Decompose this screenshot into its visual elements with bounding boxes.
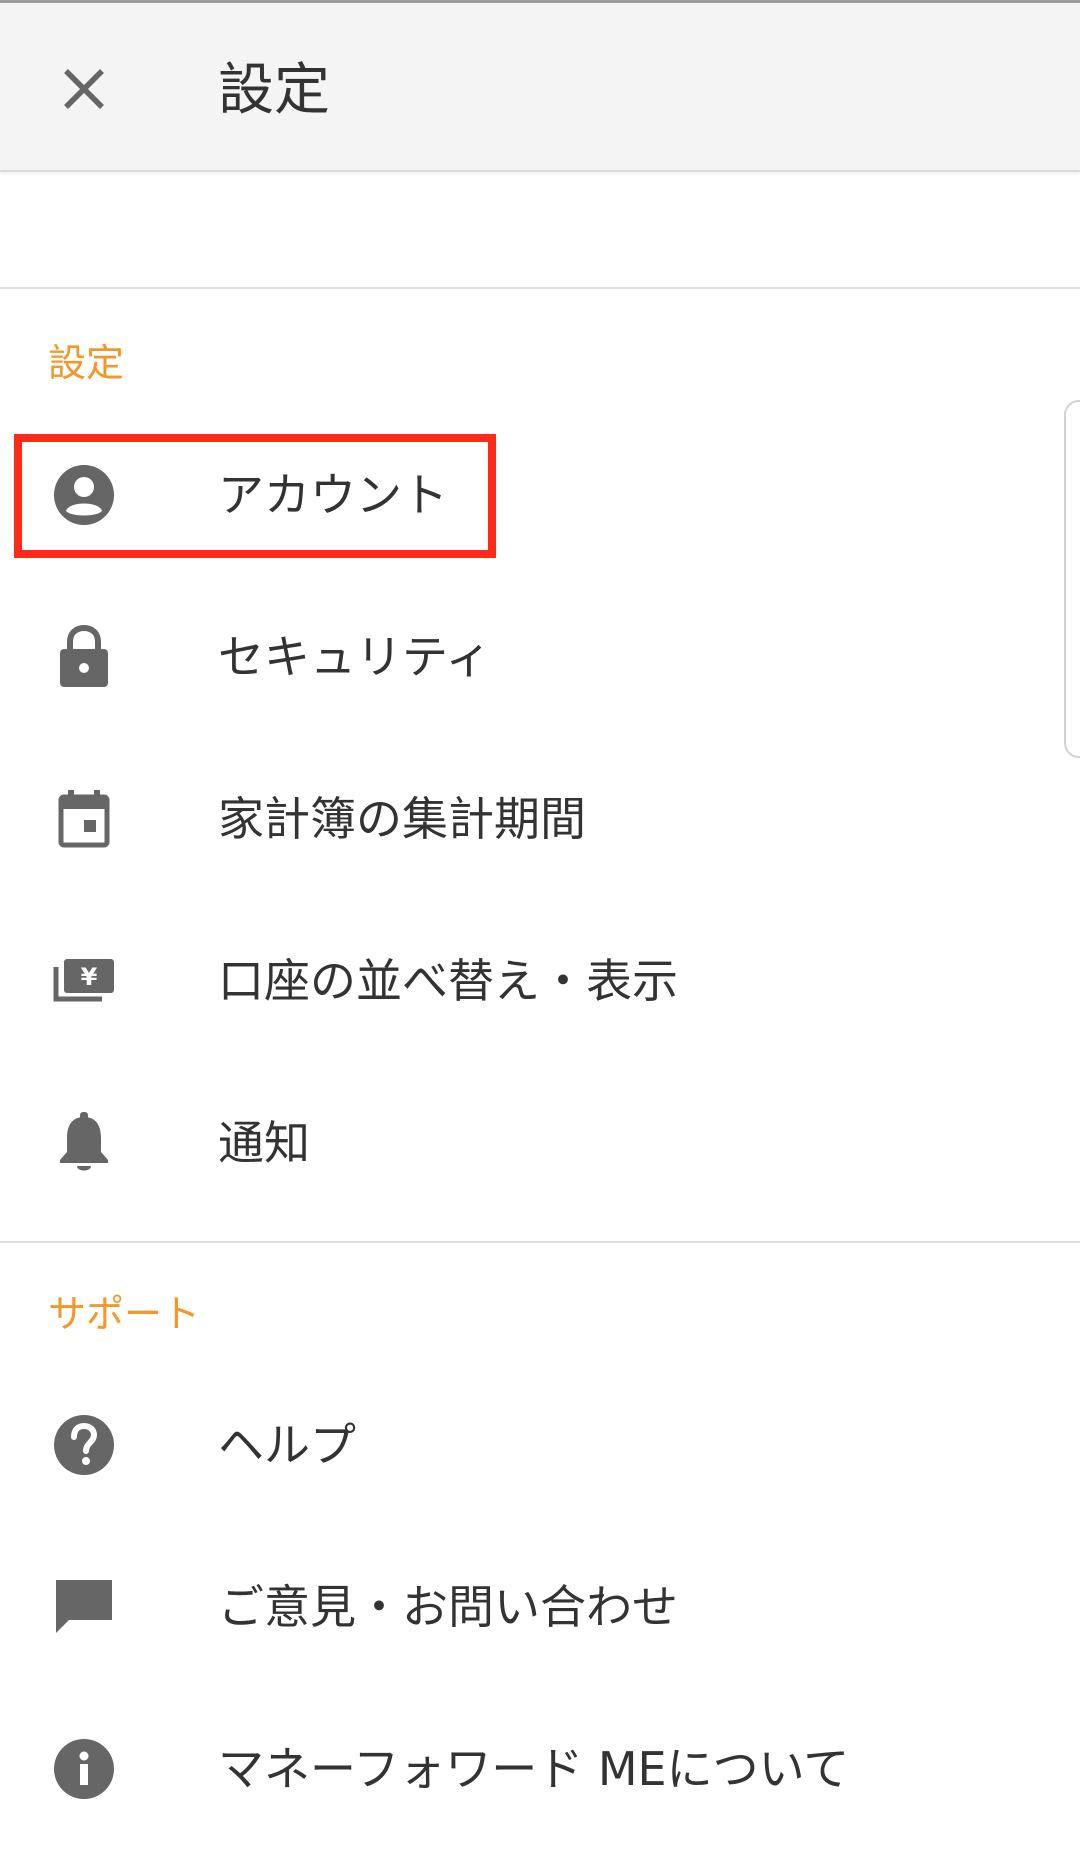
menu-item-label: マネーフォワード MEについて [218,1742,850,1796]
svg-text:¥: ¥ [81,963,98,991]
menu-item-label: 口座の並べ替え・表示 [218,954,678,1008]
wallet-yen-icon: ¥ [53,959,114,1002]
menu-item-label: セキュリティ [218,630,492,684]
lock-icon [60,625,108,687]
menu-item-account-order[interactable]: ¥ 口座の並べ替え・表示 [0,906,1080,1056]
info-circle-icon [54,1739,114,1799]
calendar-icon [58,790,110,848]
menu-item-feedback[interactable]: ご意見・お問い合わせ [0,1532,1080,1682]
menu-item-about[interactable]: マネーフォワード MEについて [0,1694,1080,1844]
scroll-handle[interactable] [1064,400,1080,758]
app-bar: 設定 [0,0,1080,172]
page-title: 設定 [218,58,330,123]
help-circle-icon [54,1415,114,1475]
divider [0,287,1080,289]
close-button[interactable] [48,53,120,125]
section-header-support: サポート [48,1292,201,1336]
chat-bubble-icon [56,1580,112,1633]
menu-item-security[interactable]: セキュリティ [0,582,1080,732]
section-header-settings: 設定 [48,341,125,385]
menu-item-notifications[interactable]: 通知 [0,1068,1080,1218]
menu-item-label: ご意見・お問い合わせ [218,1580,678,1634]
menu-item-label: 通知 [218,1116,310,1170]
settings-screen: 設定 設定 アカウント セキュリティ 家計簿の集計期間 ¥ 口座の並べ替え・表示… [0,0,1080,1851]
menu-item-label: ヘルプ [218,1418,356,1472]
divider [0,1241,1080,1243]
bell-icon [60,1112,108,1171]
close-icon [64,69,104,109]
menu-item-aggregation-period[interactable]: 家計簿の集計期間 [0,744,1080,894]
menu-item-help[interactable]: ヘルプ [0,1370,1080,1520]
highlight-box [14,434,496,558]
menu-item-label: 家計簿の集計期間 [218,792,586,846]
